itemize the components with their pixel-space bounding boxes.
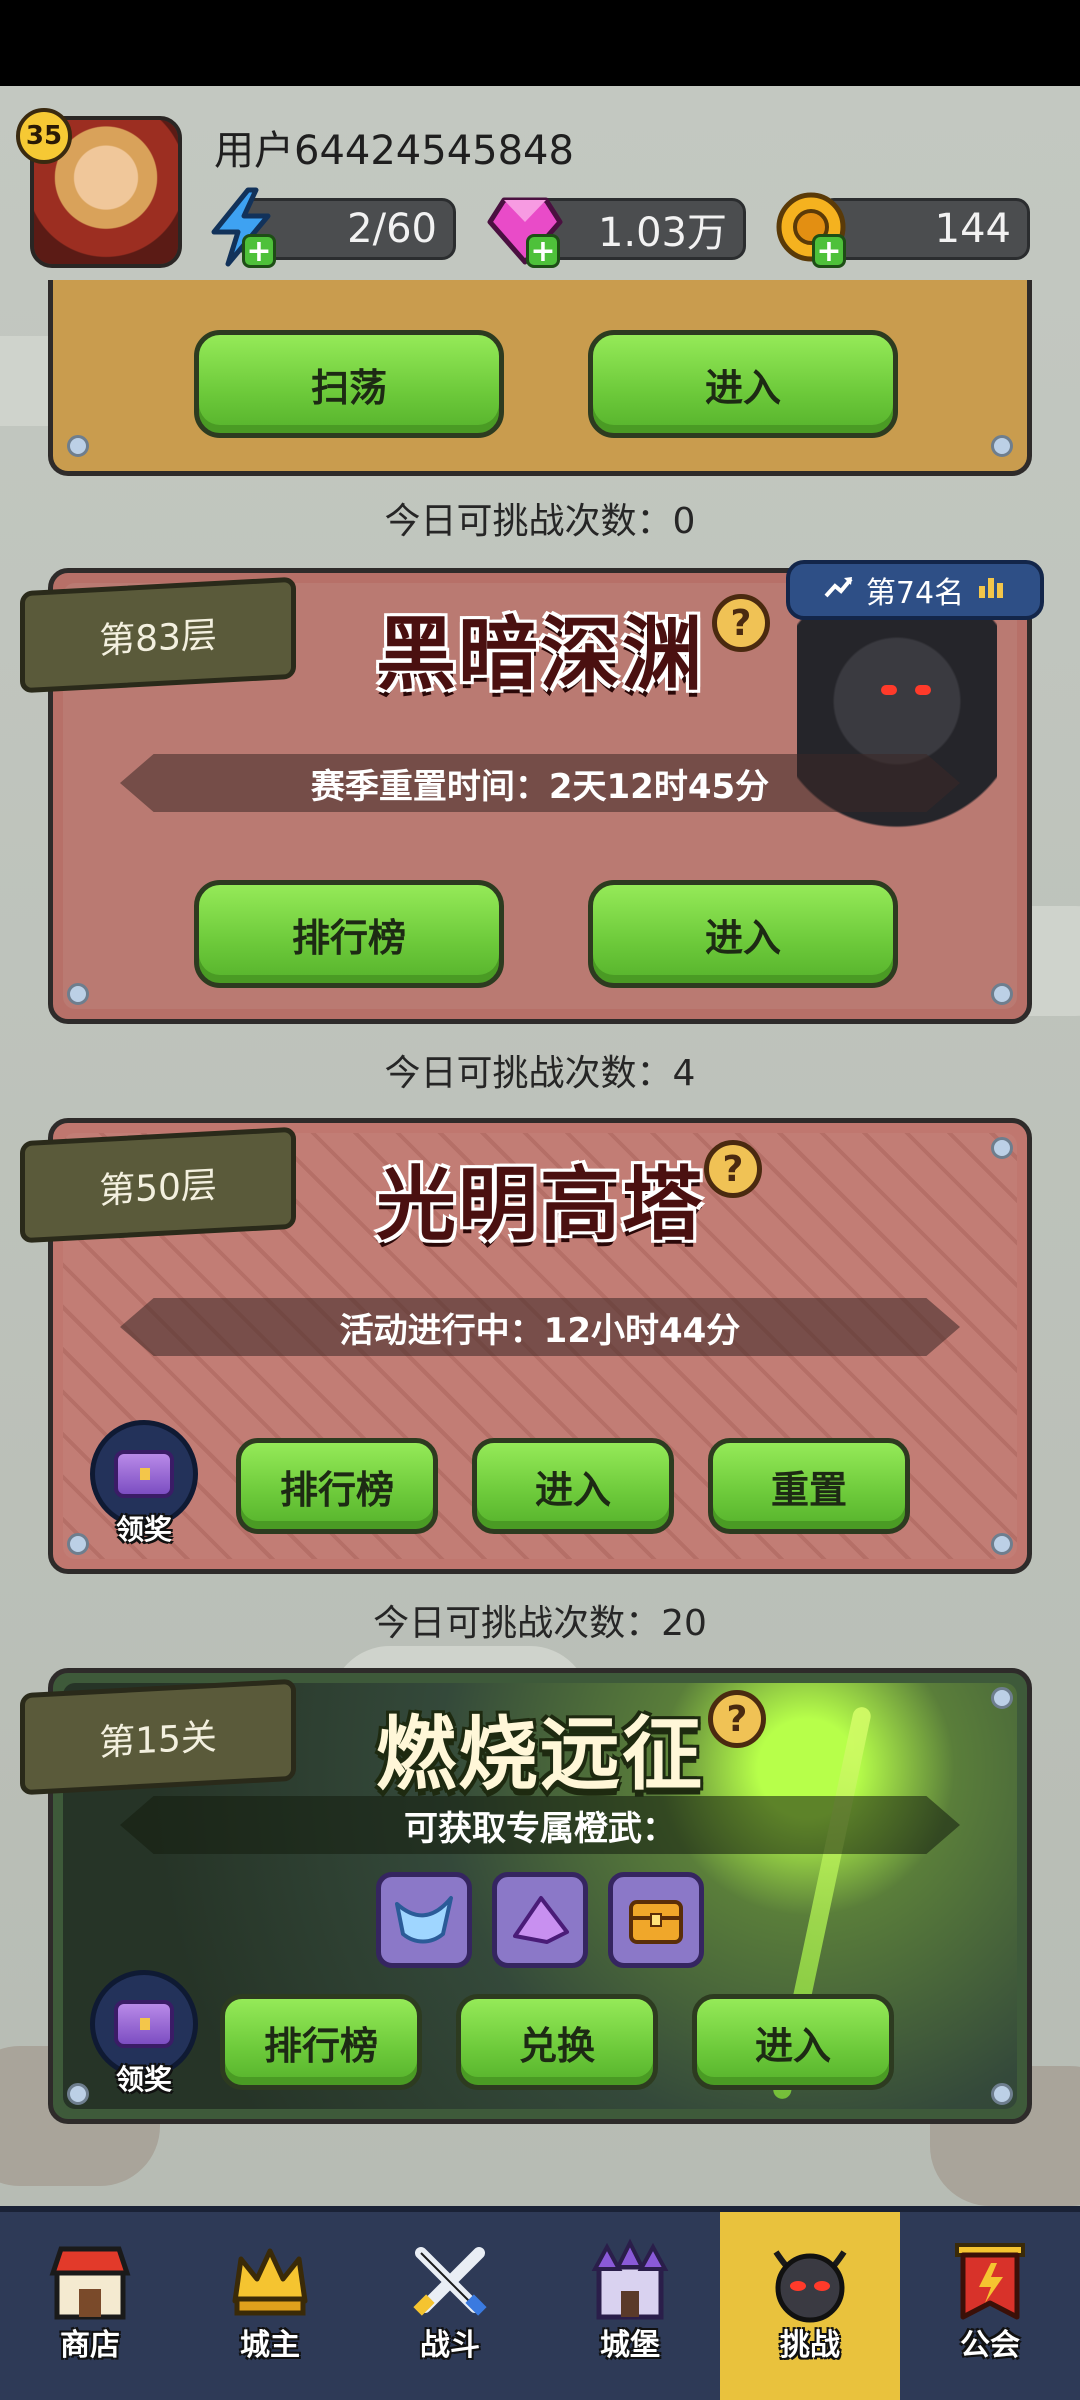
challenge-count: 今日可挑战次数：0 [384,501,696,542]
rank-text: 第74名 [865,576,965,611]
nav-challenge[interactable]: 挑战 [720,2212,900,2400]
rivet [67,983,89,1005]
add-gems-button[interactable]: + [526,234,560,268]
bar-chart-icon [976,573,1006,608]
enter-button[interactable]: 进入 [692,1994,894,2090]
event-timer-bar: 活动进行中：12小时44分 [120,1298,960,1356]
energy-value: 2/60 [347,206,437,252]
rivet [67,2083,89,2105]
rivet [991,435,1013,457]
nav-label: 挑战 [780,2328,840,2363]
coins-value: 144 [934,206,1011,252]
nav-shop[interactable]: 商店 [0,2212,180,2400]
rivet [991,2083,1013,2105]
exclusive-weapon-bar: 可获取专属橙武： [120,1796,960,1854]
rivet [991,983,1013,1005]
add-coins-button[interactable]: + [812,234,846,268]
nav-label: 城堡 [600,2328,660,2363]
nav-castle[interactable]: 城堡 [540,2212,720,2400]
add-energy-button[interactable]: + [242,234,276,268]
nav-label: 城主 [240,2328,300,2363]
claim-reward-label: 领奖 [115,1513,172,1546]
exchange-button[interactable]: 兑换 [456,1994,658,2090]
treasure-chest-icon [114,1450,174,1498]
enter-button[interactable]: 进入 [588,880,898,988]
challenge-count: 今日可挑战次数：20 [373,1603,707,1644]
help-icon[interactable]: ? [712,594,770,652]
help-icon[interactable]: ? [704,1140,762,1198]
help-icon[interactable]: ? [708,1690,766,1748]
rivet [67,435,89,457]
castle-icon [582,2234,678,2330]
nav-guild[interactable]: 公会 [900,2212,1080,2400]
claim-reward-label: 领奖 [115,2063,172,2096]
gems-value: 1.03万 [597,210,727,256]
username: 用户64424545848 [214,128,574,174]
trend-up-icon [824,573,854,608]
nav-label: 战斗 [420,2328,480,2363]
crystal-item-icon[interactable] [376,1872,472,1968]
leaderboard-button[interactable]: 排行榜 [236,1438,438,1534]
enter-button[interactable]: 进入 [472,1438,674,1534]
guild-banner-icon [942,2234,1038,2330]
nav-label: 商店 [60,2328,120,2363]
leaderboard-button[interactable]: 排行榜 [220,1994,422,2090]
reset-button[interactable]: 重置 [708,1438,910,1534]
crown-icon [222,2234,318,2330]
challenge-count: 今日可挑战次数：4 [384,1053,696,1094]
golden-chest-item-icon[interactable] [608,1872,704,1968]
swords-icon [402,2234,498,2330]
burning-expedition-title: 燃烧远征 [376,1708,704,1801]
nav-label: 公会 [960,2328,1020,2363]
season-reset-bar: 赛季重置时间：2天12时45分 [120,754,960,812]
nav-lord[interactable]: 城主 [180,2212,360,2400]
nav-battle[interactable]: 战斗 [360,2212,540,2400]
treasure-chest-icon [114,2000,174,2048]
rank-badge[interactable]: 第74名 [786,560,1044,620]
gem-shard-item-icon[interactable] [492,1872,588,1968]
shop-icon [42,2234,138,2330]
demon-icon [762,2234,858,2330]
bright-tower-title: 光明高塔 [376,1158,704,1251]
enter-button[interactable]: 进入 [588,330,898,438]
leaderboard-button[interactable]: 排行榜 [194,880,504,988]
level-badge: 35 [16,108,72,164]
status-bar [0,0,1080,86]
sweep-button[interactable]: 扫荡 [194,330,504,438]
rivet [67,1533,89,1555]
rivet [991,1533,1013,1555]
